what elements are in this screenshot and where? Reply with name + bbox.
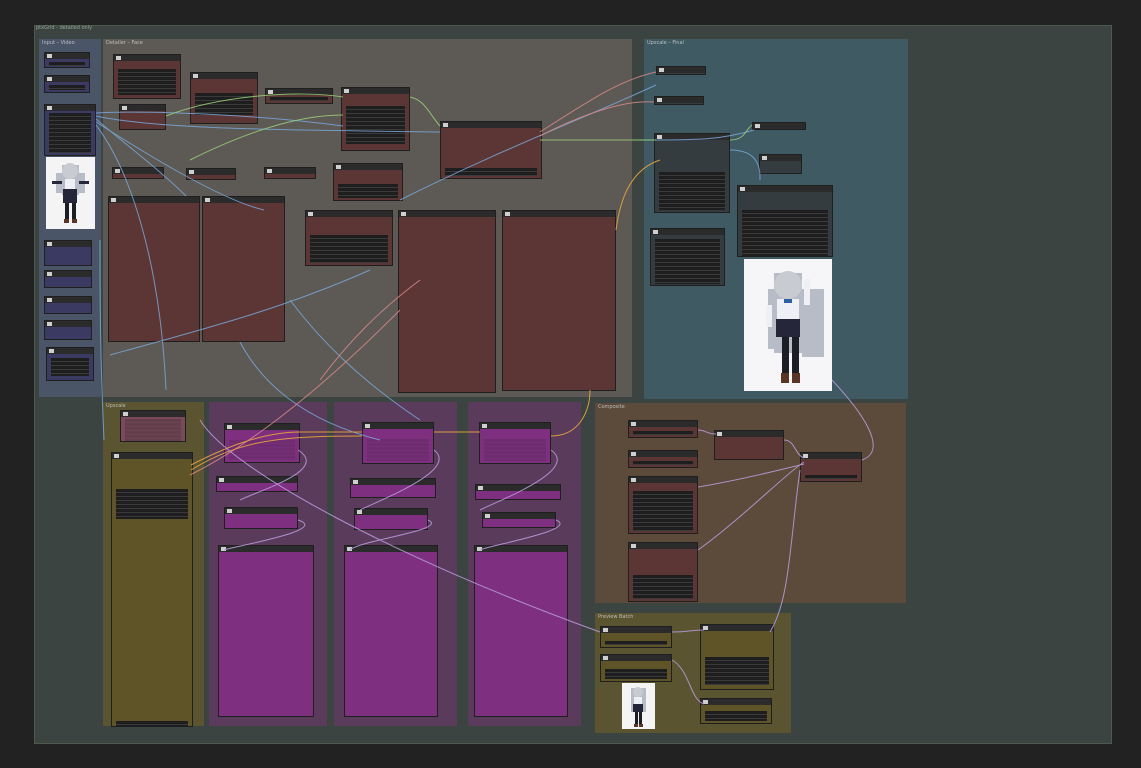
- group-title: Composite: [598, 404, 625, 410]
- face-detailer-node[interactable]: [440, 121, 542, 179]
- clip-text-node[interactable]: [119, 104, 166, 130]
- batch-input-node[interactable]: [600, 626, 672, 648]
- anime-girl-icon: [766, 271, 824, 383]
- anime-girl-icon: [52, 163, 89, 223]
- vae-decode-a-node[interactable]: [216, 476, 298, 492]
- load-video-node[interactable]: [44, 52, 90, 68]
- batch-images-node[interactable]: [600, 654, 672, 682]
- video-info-node[interactable]: [44, 75, 90, 93]
- canvas-title: ptxGrid - detailed only: [36, 25, 93, 31]
- sam-loader-node[interactable]: [186, 168, 236, 180]
- upscale-latent-node[interactable]: [120, 410, 186, 442]
- image-load-a-node[interactable]: [628, 420, 698, 438]
- prompt-positive-node[interactable]: [108, 196, 200, 342]
- seed-node[interactable]: [46, 347, 94, 381]
- batch-save-node[interactable]: [700, 698, 772, 724]
- controlnet-node[interactable]: [341, 87, 410, 151]
- int-node-1[interactable]: [44, 270, 92, 288]
- wildcard-node[interactable]: [398, 210, 496, 393]
- preview-a-node[interactable]: [218, 545, 314, 717]
- preview-upscale-node[interactable]: [111, 452, 193, 727]
- image-blend-node[interactable]: [714, 430, 784, 460]
- ultimate-upscale-node[interactable]: [654, 133, 730, 213]
- vae-decode-c-node[interactable]: [475, 484, 561, 500]
- output-image-large: [744, 259, 832, 391]
- ksampler-c-node[interactable]: [479, 422, 551, 464]
- group-title: Input – Video: [42, 40, 75, 46]
- group-title: Detailer – Face: [106, 40, 143, 46]
- vae-encode-b-node[interactable]: [354, 508, 428, 530]
- image-batch-node[interactable]: [44, 104, 96, 156]
- vae-encode-c-node[interactable]: [482, 512, 556, 528]
- int-node-3[interactable]: [44, 320, 92, 340]
- anime-girl-icon: [631, 687, 646, 727]
- preview-b-node[interactable]: [344, 545, 438, 717]
- image-load-b-node[interactable]: [628, 450, 698, 468]
- preview-c-node[interactable]: [474, 545, 568, 717]
- conditioning-node[interactable]: [333, 163, 403, 201]
- text-concat-node[interactable]: [502, 210, 616, 391]
- bbox-detector-node[interactable]: [112, 167, 164, 179]
- tile-settings-node[interactable]: [650, 228, 725, 286]
- reference-image: [46, 157, 95, 229]
- save-image-node[interactable]: [737, 185, 833, 257]
- ksampler-a-node[interactable]: [224, 423, 300, 463]
- upscale-model-node[interactable]: [656, 66, 706, 75]
- group-title: Preview Batch: [598, 614, 634, 620]
- prompt-negative-node[interactable]: [202, 196, 285, 342]
- image-size-node[interactable]: [759, 154, 802, 174]
- group-title: Upscale – Final: [647, 40, 684, 46]
- lora-loader-node[interactable]: [190, 72, 258, 124]
- image-crop-node[interactable]: [628, 476, 698, 534]
- segm-detector-node[interactable]: [264, 167, 316, 179]
- batch-join-node[interactable]: [700, 624, 774, 690]
- detailer-settings-node[interactable]: [305, 210, 393, 266]
- group-title: Upscale: [106, 403, 126, 409]
- image-composite-node[interactable]: [800, 452, 862, 482]
- ksampler-b-node[interactable]: [362, 422, 434, 464]
- vae-decode-b-node[interactable]: [350, 478, 436, 498]
- output-image-small: [622, 683, 655, 729]
- frame-select-node[interactable]: [44, 240, 92, 266]
- image-scale-node[interactable]: [752, 122, 806, 130]
- upscale-ratio-node[interactable]: [654, 96, 704, 105]
- mask-node[interactable]: [628, 542, 698, 602]
- int-node-2[interactable]: [44, 296, 92, 314]
- vae-loader-node[interactable]: [265, 88, 333, 104]
- vae-encode-a-node[interactable]: [224, 507, 298, 529]
- checkpoint-loader-node[interactable]: [113, 54, 181, 99]
